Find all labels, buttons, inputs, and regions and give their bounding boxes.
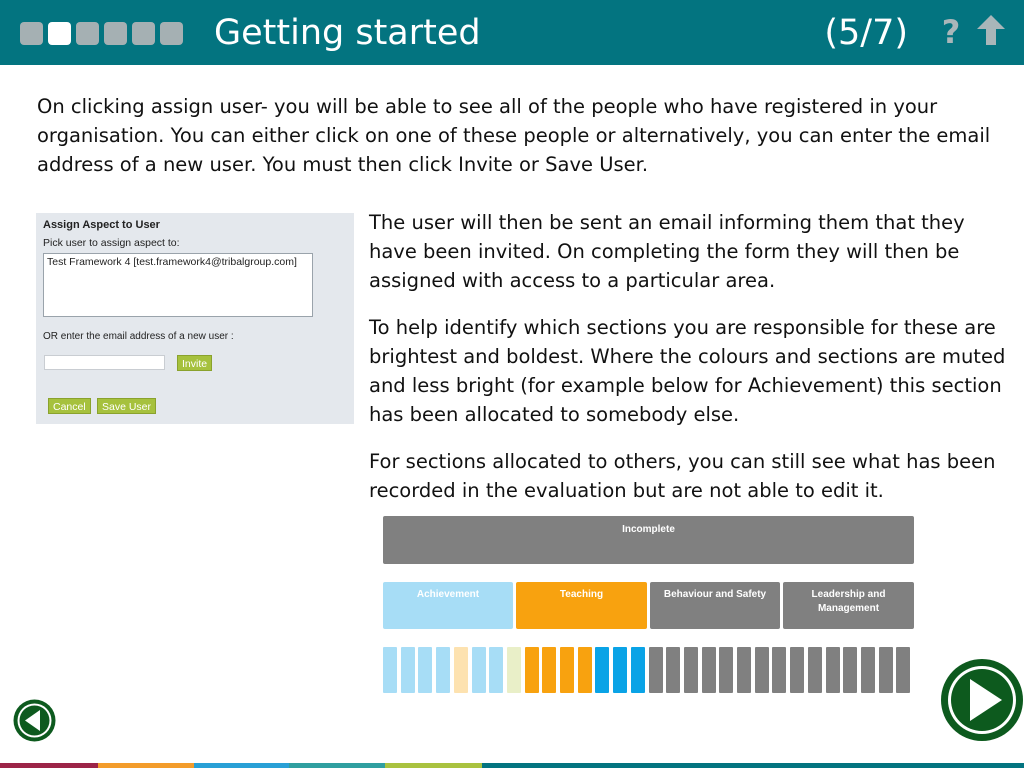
aspect-bar: [524, 647, 539, 693]
section-behaviour-and-safety: Behaviour and Safety: [650, 582, 780, 629]
aspect-bar: [471, 647, 486, 693]
aspect-bar: [772, 647, 787, 693]
aspect-bar: [860, 647, 875, 693]
progress-dot: [20, 22, 43, 45]
aspect-bar: [754, 647, 769, 693]
paragraph-sections: To help identify which sections you are …: [369, 316, 1006, 426]
intro-paragraph: On clicking assign user- you will be abl…: [37, 95, 991, 176]
paragraph-others: For sections allocated to others, you ca…: [369, 450, 996, 502]
dialog-pick-label: Pick user to assign aspect to:: [43, 237, 180, 249]
paragraph-invite: The user will then be sent an email info…: [369, 211, 965, 292]
save-user-button: Save User: [97, 398, 157, 414]
section-leadership-and-management: Leadership and Management: [783, 582, 914, 629]
incomplete-block: Incomplete: [383, 516, 914, 564]
user-list-item: Test Framework 4 [test.framework4@tribal…: [47, 256, 297, 268]
progress-dot: [132, 22, 155, 45]
aspect-bar: [577, 647, 592, 693]
email-field: [44, 355, 165, 370]
aspect-bar: [383, 647, 397, 693]
cancel-button: Cancel: [48, 398, 91, 414]
aspect-bar: [843, 647, 858, 693]
footer-color-strip: [0, 763, 1024, 768]
section-achievement: Achievement: [383, 582, 513, 629]
footer-strip-segment: [98, 763, 194, 768]
aspect-bar: [737, 647, 751, 693]
aspect-bar: [453, 647, 468, 693]
aspect-bar: [436, 647, 451, 693]
progress-dot: [160, 22, 183, 45]
aspect-bar: [807, 647, 822, 693]
aspect-bar: [701, 647, 716, 693]
aspect-bar: [648, 647, 663, 693]
aspect-bar: [825, 647, 840, 693]
footer-strip-segment: [289, 763, 385, 768]
page-counter: (5/7): [824, 13, 908, 53]
aspect-bar: [506, 647, 521, 693]
section-teaching: Teaching: [516, 582, 647, 629]
footer-strip-segment: [194, 763, 289, 768]
back-arrow-icon[interactable]: [12, 698, 57, 743]
section-status-diagram: Incomplete Achievement Teaching Behaviou…: [383, 516, 914, 694]
invite-button: Invite: [177, 355, 213, 371]
aspect-bars: [383, 647, 914, 693]
next-play-icon[interactable]: [940, 658, 1024, 742]
aspect-bar: [896, 647, 911, 693]
progress-indicator: [20, 22, 183, 45]
aspect-bar: [683, 647, 698, 693]
footer-strip-segment: [385, 763, 482, 768]
user-list: Test Framework 4 [test.framework4@tribal…: [43, 253, 313, 317]
aspect-bar: [560, 647, 574, 693]
aspect-bar: [666, 647, 681, 693]
aspect-bar: [790, 647, 805, 693]
aspect-bar: [542, 647, 557, 693]
dialog-or-label: OR enter the email address of a new user…: [43, 331, 234, 342]
header-bar: Getting started (5/7) ?: [0, 0, 1024, 65]
assign-user-dialog-screenshot: Assign Aspect to User Pick user to assig…: [36, 213, 354, 424]
progress-dot: [48, 22, 71, 45]
progress-dot: [76, 22, 99, 45]
progress-dot: [104, 22, 127, 45]
dialog-title: Assign Aspect to User: [43, 219, 160, 231]
aspect-bar: [595, 647, 610, 693]
aspect-bar: [630, 647, 645, 693]
aspect-bar: [489, 647, 504, 693]
aspect-bar: [613, 647, 628, 693]
aspect-bar: [878, 647, 893, 693]
aspect-bar: [418, 647, 433, 693]
page-title: Getting started: [214, 13, 481, 53]
aspect-bar: [400, 647, 415, 693]
footer-strip-segment: [482, 763, 1024, 768]
home-arrow-icon[interactable]: [976, 14, 1006, 46]
help-icon[interactable]: ?: [938, 12, 964, 52]
footer-strip-segment: [0, 763, 98, 768]
aspect-bar: [719, 647, 734, 693]
